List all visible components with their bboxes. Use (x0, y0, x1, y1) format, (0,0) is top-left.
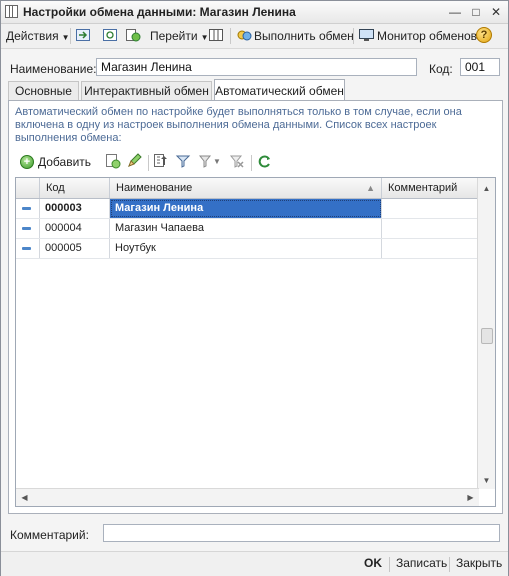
column-header-code[interactable]: Код (40, 178, 110, 198)
header-marker-cell (16, 178, 40, 198)
horizontal-scrollbar[interactable]: ◀ ▶ (16, 488, 479, 506)
comment-field[interactable] (103, 524, 500, 542)
sort-ascending-icon: ▲ (366, 183, 375, 193)
scroll-left-icon[interactable]: ◀ (16, 489, 33, 506)
item-icon (22, 247, 31, 250)
tab-interactive-exchange[interactable]: Интерактивный обмен (81, 81, 212, 100)
cell-name[interactable]: Ноутбук (110, 239, 382, 258)
cell-comment[interactable] (382, 219, 479, 238)
actions-menu-button[interactable]: Действия ▼ (6, 27, 70, 45)
code-label: Код: (429, 62, 453, 76)
filter-icon[interactable] (175, 153, 191, 171)
scroll-down-icon[interactable]: ▼ (478, 472, 495, 489)
vertical-scrollbar[interactable]: ▲ ▼ (477, 178, 495, 489)
table-row[interactable]: 000004 Магазин Чапаева (16, 219, 479, 239)
ok-button[interactable]: OK (364, 556, 382, 570)
execute-exchange-icon (237, 29, 252, 42)
main-toolbar: Действия ▼ Перейти ▼ Выполнить обмен Монит… (1, 24, 508, 49)
cell-comment[interactable] (382, 199, 479, 218)
save-and-close-icon[interactable] (76, 29, 91, 42)
settings-window: Настройки обмена данными: Магазин Ленина… (0, 0, 509, 576)
info-text: Автоматический обмен по настройке будет … (15, 106, 462, 144)
cell-comment[interactable] (382, 239, 479, 258)
goto-menu-button[interactable]: Перейти ▼ (150, 27, 208, 45)
close-icon[interactable]: ✕ (488, 4, 504, 20)
maximize-icon[interactable]: □ (468, 4, 484, 20)
row-marker (16, 219, 40, 238)
help-icon[interactable]: ? (476, 27, 492, 43)
row-marker (16, 199, 40, 218)
title-bar: Настройки обмена данными: Магазин Ленина… (1, 1, 508, 24)
exchange-monitor-button[interactable]: Монитор обменов (377, 27, 477, 45)
cell-name[interactable]: Магазин Ленина (110, 199, 382, 218)
toolbar-separator (230, 28, 231, 44)
row-marker (16, 239, 40, 258)
grid-toolbar-separator (148, 155, 149, 171)
scroll-right-icon[interactable]: ▶ (462, 489, 479, 506)
column-header-comment[interactable]: Комментарий (382, 178, 479, 198)
filter-by-value-icon[interactable] (198, 153, 214, 171)
execute-exchange-button[interactable]: Выполнить обмен (254, 27, 354, 45)
button-separator (449, 557, 450, 572)
item-icon (22, 207, 31, 210)
actions-label: Действия (6, 29, 59, 43)
scroll-thumb[interactable] (481, 328, 493, 344)
add-icon[interactable]: + (20, 155, 34, 169)
edit-icon[interactable] (126, 153, 142, 171)
cell-code[interactable]: 000003 (40, 199, 110, 218)
structure-icon[interactable] (209, 29, 224, 42)
scroll-up-icon[interactable]: ▲ (478, 180, 495, 197)
item-icon (22, 227, 31, 230)
toolbar-separator (70, 28, 71, 44)
tab-automatic-exchange[interactable]: Автоматический обмен (214, 79, 345, 101)
app-window-icon (5, 5, 18, 18)
chevron-down-icon[interactable]: ▼ (213, 157, 221, 175)
table-row[interactable]: 000003 Магазин Ленина (16, 199, 479, 219)
toolbar-separator (353, 28, 354, 44)
goto-label: Перейти (150, 29, 198, 43)
filter-sort-icon[interactable] (153, 153, 169, 171)
comment-label: Комментарий: (10, 528, 89, 542)
code-field[interactable]: 001 (460, 58, 500, 76)
column-header-name[interactable]: Наименование ▲ (110, 178, 382, 198)
table-row[interactable]: 000005 Ноутбук (16, 239, 479, 259)
bottom-button-bar: OK Записать Закрыть (1, 551, 508, 576)
column-header-name-label: Наименование (116, 182, 193, 194)
close-button[interactable]: Закрыть (456, 556, 502, 570)
name-field[interactable]: Магазин Ленина (96, 58, 417, 76)
refresh-icon[interactable] (257, 153, 273, 171)
window-title: Настройки обмена данными: Магазин Ленина (23, 5, 296, 19)
copy-row-icon[interactable] (105, 153, 121, 171)
tab-main[interactable]: Основные (8, 81, 79, 100)
monitor-icon (359, 29, 374, 42)
chevron-down-icon: ▼ (200, 33, 209, 42)
cell-name[interactable]: Магазин Чапаева (110, 219, 382, 238)
save-button[interactable]: Записать (396, 556, 447, 570)
copy-document-icon[interactable] (126, 29, 141, 42)
button-separator (389, 557, 390, 572)
cell-code[interactable]: 000005 (40, 239, 110, 258)
grid-toolbar-separator (251, 155, 252, 171)
clear-filter-icon[interactable] (229, 153, 245, 171)
minimize-icon[interactable]: — (447, 4, 463, 20)
automatic-exchange-panel: Автоматический обмен по настройке будет … (8, 100, 503, 514)
chevron-down-icon: ▼ (61, 33, 70, 42)
table-header: Код Наименование ▲ Комментарий (16, 178, 479, 199)
name-label: Наименование: (10, 62, 97, 76)
reread-icon[interactable] (103, 29, 118, 42)
add-button[interactable]: Добавить (38, 155, 91, 169)
cell-code[interactable]: 000004 (40, 219, 110, 238)
exchange-settings-table[interactable]: Код Наименование ▲ Комментарий 000003 Ма… (15, 177, 496, 507)
